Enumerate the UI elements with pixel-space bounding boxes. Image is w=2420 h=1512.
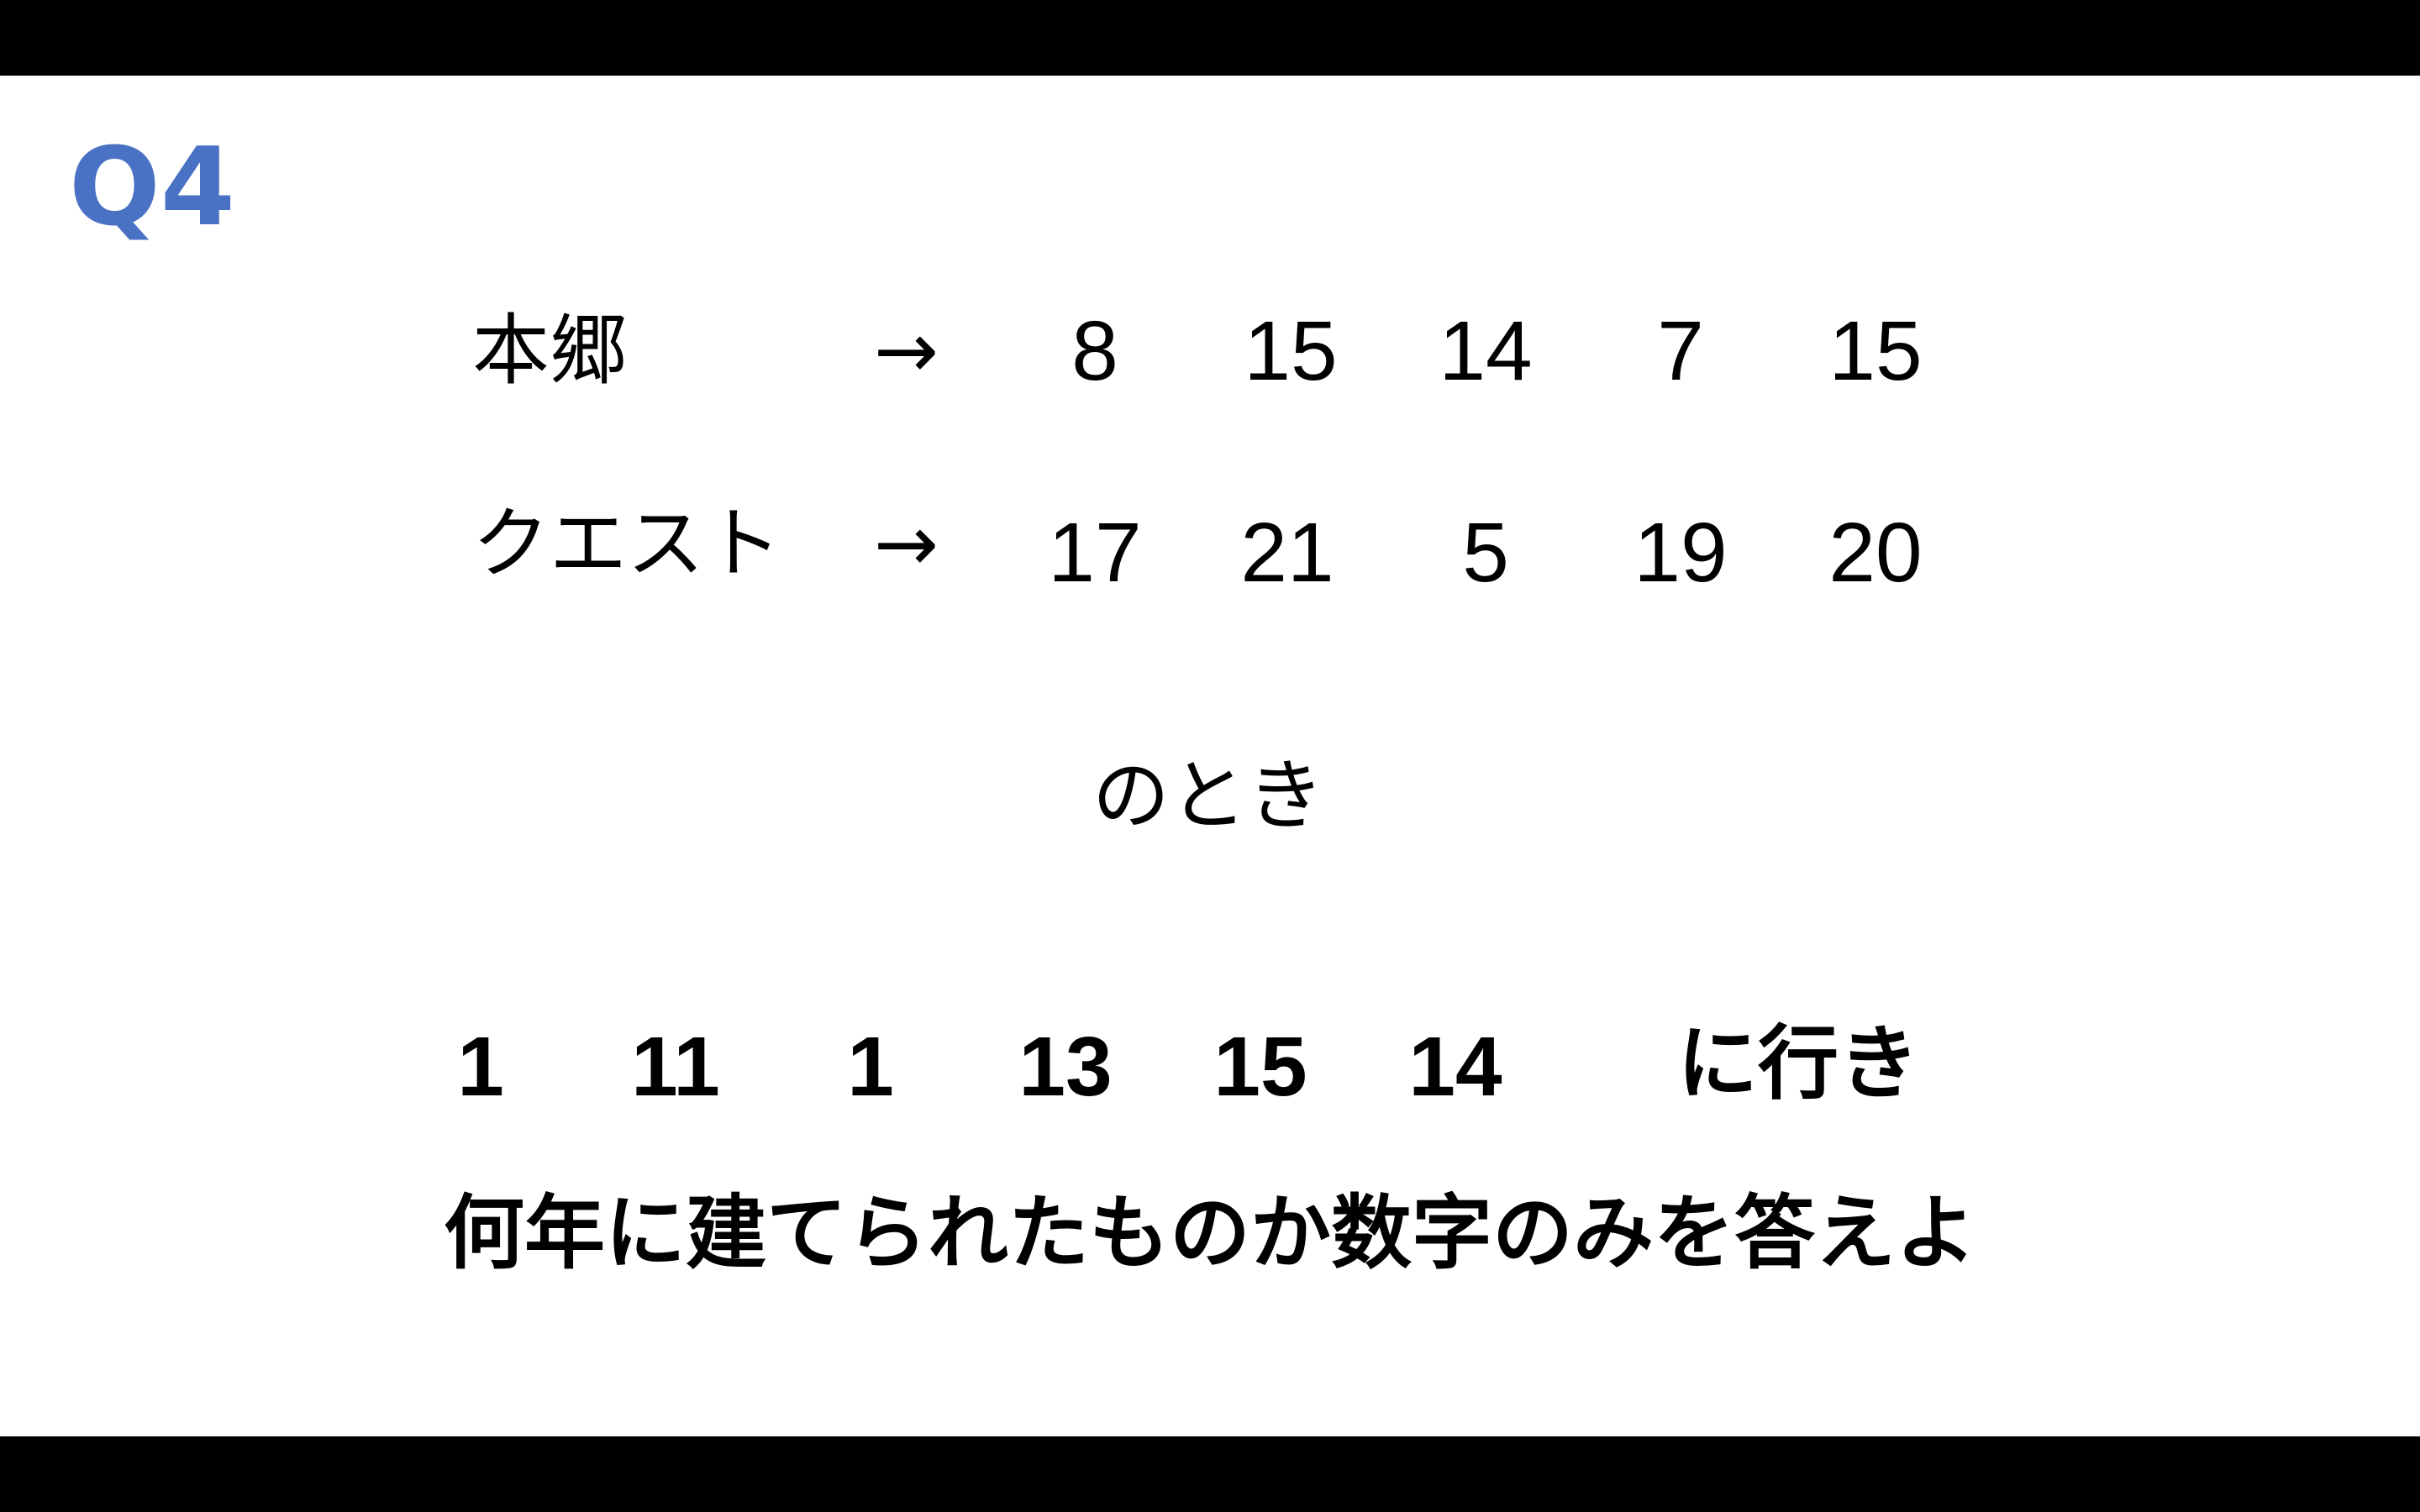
row-2-number-4: 19 <box>1634 506 1728 600</box>
row-1-number-3: 14 <box>1439 304 1533 398</box>
letterbox-bottom <box>0 1436 2420 1512</box>
target-number-6: 14 <box>1408 1020 1502 1114</box>
target-suffix-text: に行き <box>1677 1016 1919 1110</box>
row-2-number-2: 21 <box>1240 506 1334 600</box>
row-label-quest: クエスト <box>472 499 782 589</box>
letterbox-top <box>0 0 2420 76</box>
row-1-number-5: 15 <box>1828 304 1923 398</box>
row-1-number-2: 15 <box>1244 304 1338 398</box>
row-2-number-1: 17 <box>1048 506 1142 600</box>
question-number-label: Q4 <box>69 125 235 250</box>
connector-text: のとき <box>1092 751 1325 841</box>
target-number-2: 11 <box>631 1020 720 1114</box>
target-number-4: 13 <box>1018 1020 1113 1114</box>
target-number-1: 1 <box>457 1020 504 1114</box>
target-number-3: 1 <box>847 1020 894 1114</box>
row-1-number-1: 8 <box>1071 304 1118 398</box>
arrow-row-2: → <box>874 499 939 589</box>
arrow-row-1: → <box>874 306 939 396</box>
row-2-number-3: 5 <box>1462 506 1509 600</box>
row-2-number-5: 20 <box>1828 506 1923 600</box>
target-number-5: 15 <box>1213 1020 1307 1114</box>
row-label-hongo: 本郷 <box>472 306 628 396</box>
question-text: 何年に建てられたものか数字のみを答えよ <box>444 1186 1976 1280</box>
slide: Q4 本郷 → 8 15 14 7 15 クエスト → 17 21 5 19 2… <box>0 76 2420 1436</box>
row-1-number-4: 7 <box>1657 304 1704 398</box>
